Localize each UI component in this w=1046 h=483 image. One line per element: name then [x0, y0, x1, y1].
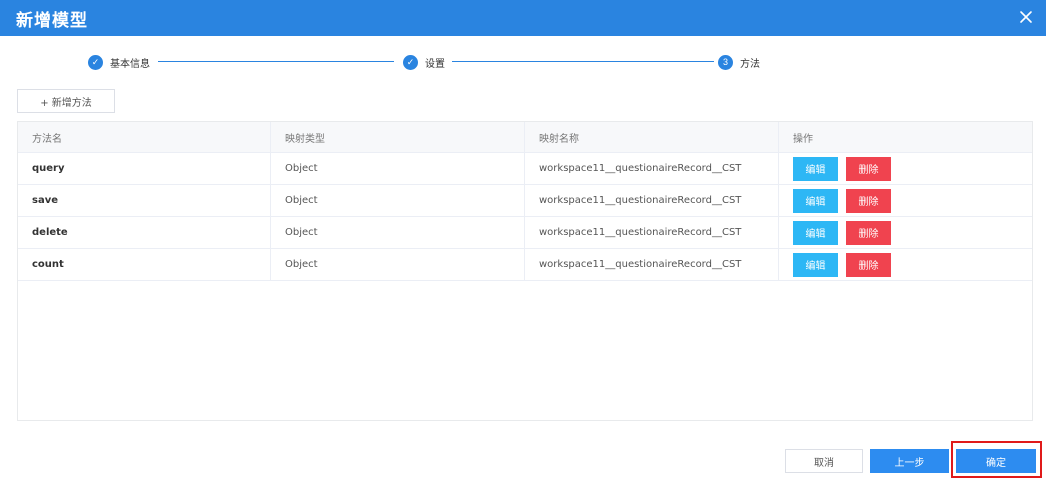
column-header: 映射名称	[525, 122, 779, 152]
table-row: count Object workspace11__questionaireRe…	[18, 249, 1032, 281]
mapping-name: workspace11__questionaireRecord__CST	[525, 153, 779, 184]
delete-button[interactable]: 删除	[846, 156, 891, 181]
check-icon: ✓	[403, 54, 418, 70]
add-method-button[interactable]: + 新增方法	[17, 89, 115, 113]
mapping-type: Object	[271, 217, 525, 248]
mapping-name: workspace11__questionaireRecord__CST	[525, 217, 779, 248]
delete-button[interactable]: 删除	[846, 252, 891, 277]
step-basic-info: ✓ 基本信息	[88, 53, 150, 71]
previous-step-button[interactable]: 上一步	[870, 449, 949, 473]
actions-cell: 编辑 删除	[779, 249, 1032, 280]
method-name: delete	[18, 217, 271, 248]
edit-button[interactable]: 编辑	[793, 156, 838, 181]
step-number: 3	[718, 54, 733, 70]
edit-button[interactable]: 编辑	[793, 220, 838, 245]
method-name: save	[18, 185, 271, 216]
actions-cell: 编辑 删除	[779, 185, 1032, 216]
mapping-name: workspace11__questionaireRecord__CST	[525, 249, 779, 280]
column-header: 操作	[793, 133, 813, 145]
delete-button[interactable]: 删除	[846, 188, 891, 213]
step-label: 设置	[425, 58, 445, 70]
step-indicator: ✓ 基本信息 ✓ 设置 3 方法	[88, 53, 768, 71]
step-label: 基本信息	[110, 58, 150, 70]
mapping-type: Object	[271, 185, 525, 216]
check-icon: ✓	[88, 54, 103, 70]
mapping-name: workspace11__questionaireRecord__CST	[525, 185, 779, 216]
column-header: 映射类型	[271, 122, 525, 152]
table-row: query Object workspace11__questionaireRe…	[18, 153, 1032, 185]
column-header: 方法名	[18, 122, 271, 152]
table-header: 方法名 映射类型 映射名称 操作	[18, 122, 1032, 153]
step-connector	[452, 61, 714, 62]
edit-button[interactable]: 编辑	[793, 252, 838, 277]
dialog-header: 新增模型	[0, 0, 1046, 36]
delete-button[interactable]: 删除	[846, 220, 891, 245]
mapping-type: Object	[271, 249, 525, 280]
step-methods: 3 方法	[718, 53, 760, 71]
edit-button[interactable]: 编辑	[793, 188, 838, 213]
actions-cell: 编辑 删除	[779, 217, 1032, 248]
close-icon[interactable]	[1016, 7, 1036, 27]
table-row: save Object workspace11__questionaireRec…	[18, 185, 1032, 217]
methods-table: 方法名 映射类型 映射名称 操作 query Object workspace1…	[17, 121, 1033, 421]
mapping-type: Object	[271, 153, 525, 184]
step-connector	[158, 61, 394, 62]
method-name: query	[18, 153, 271, 184]
table-row: delete Object workspace11__questionaireR…	[18, 217, 1032, 249]
confirm-button[interactable]: 确定	[956, 449, 1036, 473]
step-label: 方法	[740, 58, 760, 70]
dialog-title: 新增模型	[16, 11, 88, 31]
cancel-button[interactable]: 取消	[785, 449, 863, 473]
method-name: count	[18, 249, 271, 280]
step-settings: ✓ 设置	[403, 53, 445, 71]
actions-cell: 编辑 删除	[779, 153, 1032, 184]
